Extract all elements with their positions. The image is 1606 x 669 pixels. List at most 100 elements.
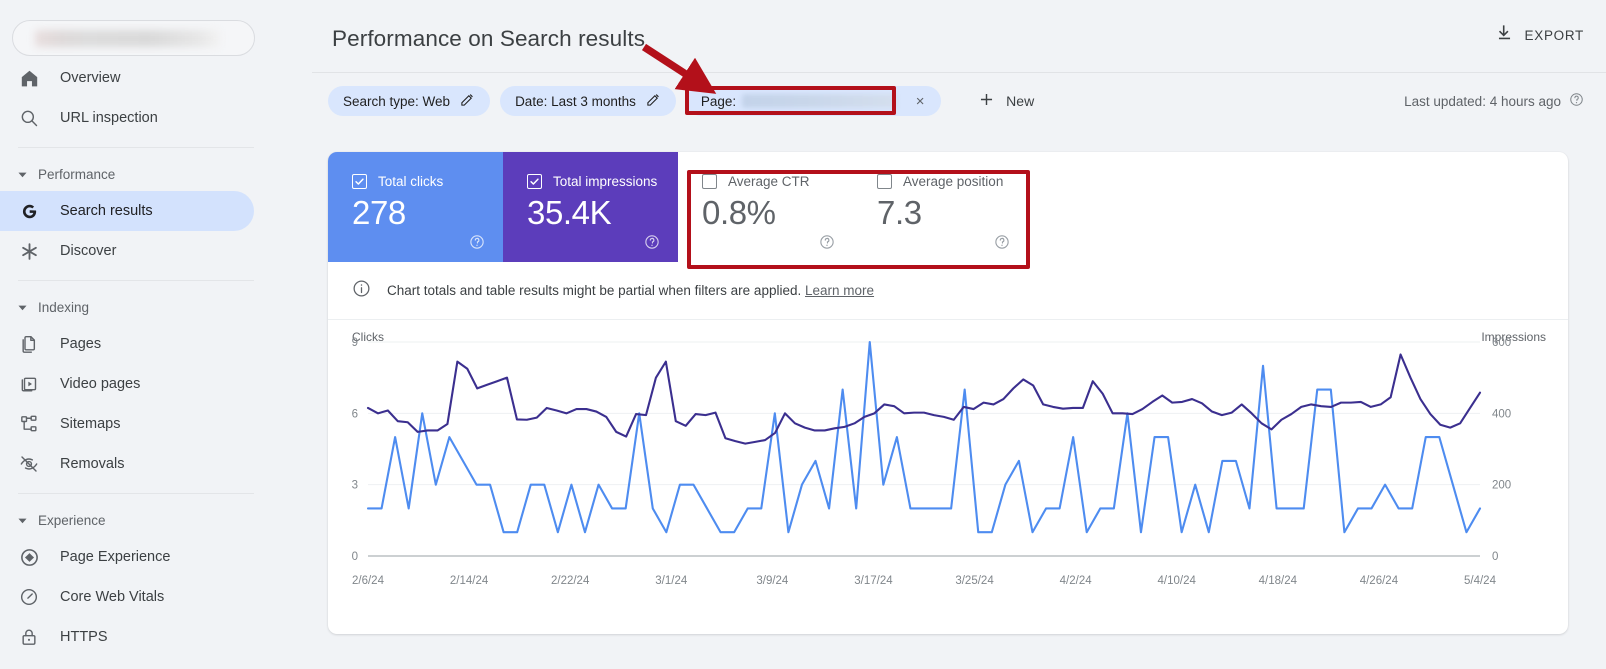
filter-chip-search-type-label: Search type: Web xyxy=(343,93,451,109)
search-icon xyxy=(18,107,40,129)
sidebar-item-page-experience[interactable]: Page Experience xyxy=(0,537,254,577)
svg-text:4/2/24: 4/2/24 xyxy=(1060,575,1093,587)
metric-checkbox[interactable] xyxy=(877,174,892,189)
svg-text:4/26/24: 4/26/24 xyxy=(1360,575,1399,587)
filter-chip-page[interactable]: Page: × xyxy=(685,86,942,116)
metric-value: 7.3 xyxy=(877,194,922,231)
google-g-icon xyxy=(18,200,40,222)
sidebar-divider xyxy=(18,280,254,281)
page-title: Performance on Search results xyxy=(332,26,646,51)
filter-chip-date-label: Date: Last 3 months xyxy=(515,93,636,109)
sidebar-item-label: Page Experience xyxy=(60,549,171,565)
svg-text:3/1/24: 3/1/24 xyxy=(655,575,688,587)
sidebar-section-experience[interactable]: Experience xyxy=(0,503,312,537)
sidebar-divider xyxy=(18,493,254,494)
last-updated: Last updated: 4 hours ago xyxy=(1404,92,1584,110)
info-icon xyxy=(352,279,371,303)
filter-chip-page-value-redacted xyxy=(742,94,898,108)
svg-text:2/6/24: 2/6/24 xyxy=(352,575,385,587)
sidebar-item-removals[interactable]: Removals xyxy=(0,444,254,484)
export-button[interactable]: EXPORT xyxy=(1495,23,1584,47)
help-icon[interactable] xyxy=(644,234,660,250)
sidebar-section-label: Indexing xyxy=(38,299,90,315)
banner-text: Chart totals and table results might be … xyxy=(387,283,874,298)
home-icon xyxy=(18,67,40,89)
svg-text:9: 9 xyxy=(352,337,358,349)
metric-value: 35.4K xyxy=(527,194,612,231)
chevron-down-icon xyxy=(14,515,30,526)
sidebar-item-sitemaps[interactable]: Sitemaps xyxy=(0,404,254,444)
chevron-down-icon xyxy=(14,302,30,313)
export-label: EXPORT xyxy=(1524,27,1584,43)
sidebar-item-url-inspection[interactable]: URL inspection xyxy=(0,98,254,138)
new-filter-label: New xyxy=(1006,93,1035,109)
asterisk-icon xyxy=(18,240,40,262)
new-filter-button[interactable]: New xyxy=(967,86,1046,116)
svg-text:0: 0 xyxy=(1492,551,1498,563)
sidebar-item-video-pages[interactable]: Video pages xyxy=(0,364,254,404)
metric-label: Total impressions xyxy=(553,174,658,189)
sidebar: Overview URL inspection Performance Search … xyxy=(0,0,312,669)
sidebar-item-discover[interactable]: Discover xyxy=(0,231,254,271)
sidebar-divider xyxy=(18,147,254,148)
main-content: Performance on Search results EXPORT Sea… xyxy=(312,0,1606,669)
sidebar-item-overview[interactable]: Overview xyxy=(0,58,254,98)
sidebar-section-indexing[interactable]: Indexing xyxy=(0,290,312,324)
header-divider xyxy=(312,72,1606,73)
plus-icon xyxy=(977,90,996,112)
property-selector[interactable] xyxy=(12,20,255,56)
performance-chart[interactable]: Clicks Impressions 0 3 6 9 0 200 400 600 2/6/24 2… xyxy=(328,320,1568,634)
sidebar-section-performance[interactable]: Performance xyxy=(0,157,312,191)
svg-text:2/14/24: 2/14/24 xyxy=(450,575,489,587)
metric-checkbox[interactable] xyxy=(352,174,367,189)
help-icon[interactable] xyxy=(819,234,835,250)
filter-chip-date[interactable]: Date: Last 3 months xyxy=(500,86,676,116)
filter-chip-page-label: Page: xyxy=(700,93,737,109)
svg-text:4/18/24: 4/18/24 xyxy=(1259,575,1298,587)
sidebar-item-label: Video pages xyxy=(60,376,141,392)
sidebar-item-pages[interactable]: Pages xyxy=(0,324,254,364)
property-name-redacted xyxy=(35,30,220,47)
sidebar-item-label: Core Web Vitals xyxy=(60,589,165,605)
metric-value: 0.8% xyxy=(702,194,776,231)
chevron-down-icon xyxy=(14,169,30,180)
svg-text:200: 200 xyxy=(1492,480,1511,492)
help-icon[interactable] xyxy=(469,234,485,250)
performance-card: Total clicks 278 Total impressions 35.4K Ave… xyxy=(328,152,1568,634)
sidebar-item-https[interactable]: HTTPS xyxy=(0,617,254,657)
sidebar-item-core-web-vitals[interactable]: Core Web Vitals xyxy=(0,577,254,617)
sitemap-icon xyxy=(18,413,40,435)
edit-pencil-icon[interactable] xyxy=(646,92,661,110)
pages-icon xyxy=(18,333,40,355)
svg-text:400: 400 xyxy=(1492,408,1511,420)
sidebar-item-label: Overview xyxy=(60,70,121,86)
svg-text:2/22/24: 2/22/24 xyxy=(551,575,590,587)
metric-checkbox[interactable] xyxy=(702,174,717,189)
metric-checkbox[interactable] xyxy=(527,174,542,189)
learn-more-link[interactable]: Learn more xyxy=(805,283,874,298)
sidebar-item-search-results[interactable]: Search results xyxy=(0,191,254,231)
sidebar-item-label: Sitemaps xyxy=(60,416,121,432)
eye-off-icon xyxy=(18,453,40,475)
filter-bar: Search type: Web Date: Last 3 months Pag… xyxy=(328,86,1046,116)
sidebar-section-label: Experience xyxy=(38,512,106,528)
svg-text:3/25/24: 3/25/24 xyxy=(955,575,994,587)
metric-card-total-clicks[interactable]: Total clicks 278 xyxy=(328,152,503,262)
filter-chip-search-type[interactable]: Search type: Web xyxy=(328,86,491,116)
metric-card-average-position[interactable]: Average position 7.3 xyxy=(853,152,1028,262)
remove-page-filter-button[interactable]: × xyxy=(909,90,931,112)
help-icon[interactable] xyxy=(994,234,1010,250)
svg-text:6: 6 xyxy=(352,408,358,420)
edit-pencil-icon[interactable] xyxy=(460,92,475,110)
svg-text:3/17/24: 3/17/24 xyxy=(854,575,893,587)
page-experience-icon xyxy=(18,546,40,568)
help-icon[interactable] xyxy=(1569,92,1584,110)
metric-card-average-ctr[interactable]: Average CTR 0.8% xyxy=(678,152,854,262)
svg-text:3/9/24: 3/9/24 xyxy=(756,575,789,587)
partial-results-banner: Chart totals and table results might be … xyxy=(328,262,1568,320)
svg-text:4/10/24: 4/10/24 xyxy=(1158,575,1197,587)
metric-card-total-impressions[interactable]: Total impressions 35.4K xyxy=(503,152,678,262)
metric-label: Total clicks xyxy=(378,174,444,189)
metric-label: Average CTR xyxy=(728,174,810,189)
svg-text:600: 600 xyxy=(1492,337,1511,349)
